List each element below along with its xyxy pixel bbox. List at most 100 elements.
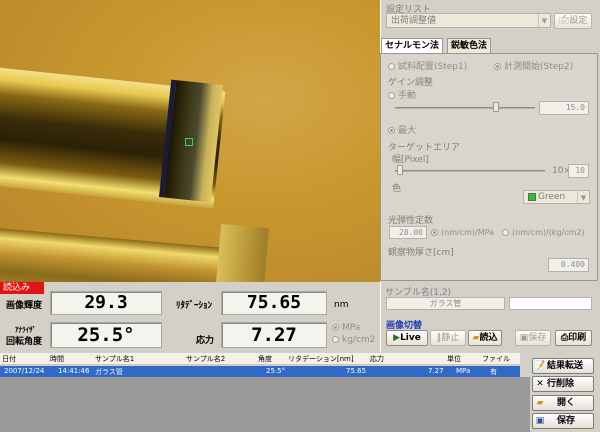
live-button-label: Live	[400, 333, 421, 343]
step1-label: 試料配置(Step1)	[398, 62, 468, 72]
color-value: Green	[538, 192, 566, 202]
max-radio[interactable]: 最大	[388, 123, 416, 136]
disk-icon: ▣	[519, 333, 529, 343]
transfer-results-label: 結果転送	[547, 361, 584, 371]
unit-mm-label: (nm/cm)/MPa	[441, 228, 494, 237]
tab-senarmont[interactable]: セナルモン法	[381, 38, 444, 53]
col-unit[interactable]: 単位	[447, 354, 461, 364]
gain-slider[interactable]	[395, 107, 535, 109]
chevron-down-icon: ▼	[538, 14, 550, 27]
gain-label: ゲイン調整	[388, 78, 433, 88]
cell-file: 有	[490, 368, 497, 376]
recording-status-badge: 読込み	[0, 282, 44, 294]
cell-unit: MPa	[456, 367, 471, 375]
live-button[interactable]: ▶Live	[386, 330, 428, 346]
open-label: 開く	[557, 398, 576, 408]
print-button-label: 印刷	[568, 333, 587, 343]
still-button[interactable]: ‖静止	[430, 330, 466, 346]
save-results-button[interactable]: ▣ 保存	[532, 413, 594, 429]
color-label: 色	[392, 184, 402, 194]
retardation-value: 75.65	[221, 291, 327, 315]
results-table-empty-area	[0, 377, 530, 432]
radio-icon	[388, 127, 395, 134]
sample-name1-input[interactable]: ガラス管	[386, 297, 505, 310]
stress-label: 応力	[196, 336, 215, 346]
thickness-value-field[interactable]: 0.400	[548, 258, 589, 272]
sample-name2-input[interactable]	[509, 297, 592, 310]
retardation-unit: nm	[334, 300, 349, 310]
cell-stress: 7.27	[428, 367, 444, 375]
cell-retardation: 75.65	[346, 367, 367, 375]
photoelastic-value-field[interactable]: 28.00	[389, 226, 427, 239]
cell-sample1: ガラス管	[95, 368, 123, 376]
disk-icon: ▣	[535, 416, 545, 426]
photoelastic-label: 光弾性定数	[388, 216, 434, 226]
color-swatch	[528, 192, 536, 201]
table-row[interactable]: 2007/12/24 14:41:46 ガラス管 25.5° 75.65 7.2…	[0, 366, 520, 377]
retardation-label: ﾘﾀﾃﾞｰｼｮﾝ	[176, 301, 213, 311]
step1-radio[interactable]: 試料配置(Step1)	[388, 59, 467, 72]
stress-unit-kg-radio[interactable]: kg/cm2	[332, 335, 375, 345]
analyzer-label-line2: 回転角度	[6, 337, 43, 347]
settings-icon: 🖆	[558, 16, 570, 26]
radio-icon	[388, 92, 395, 99]
target-area-marker[interactable]	[185, 138, 193, 146]
radio-icon	[502, 229, 509, 236]
tab-sensitive-color[interactable]: 鋭敏色法	[447, 38, 492, 53]
col-date[interactable]: 日付	[2, 354, 16, 364]
transfer-icon: 📝	[534, 361, 546, 371]
folder-icon: ▰	[536, 398, 544, 408]
results-table-header: 日付 時間 サンプル名1 サンプル名2 角度 リタデーション[nm] 応力 単位…	[0, 353, 520, 365]
width-slider[interactable]	[395, 170, 545, 172]
col-file[interactable]: ファイル	[482, 354, 510, 364]
stress-unit-kg-label: kg/cm2	[342, 335, 376, 345]
manual-radio[interactable]: 手動	[388, 88, 416, 101]
color-select[interactable]: Green ▼	[523, 190, 590, 204]
settings-list-selected: 出荷調整値	[391, 16, 437, 26]
col-time[interactable]: 時間	[50, 354, 64, 364]
settings-list-select[interactable]: 出荷調整値 ▼	[386, 13, 551, 28]
brightness-value: 29.3	[50, 291, 162, 315]
load-button[interactable]: ▰読込	[468, 330, 502, 346]
stress-value: 7.27	[221, 322, 327, 348]
save-results-label: 保存	[557, 416, 576, 426]
width-value-field[interactable]: 10	[568, 164, 589, 178]
settings-button[interactable]: 🖆設定	[554, 13, 592, 29]
col-sample1[interactable]: サンプル名1	[95, 354, 134, 364]
brightness-label: 画像輝度	[6, 301, 43, 311]
col-stress[interactable]: 応力	[370, 354, 384, 364]
delete-row-button[interactable]: ✕ 行削除	[532, 376, 594, 392]
print-button[interactable]: ⎙印刷	[555, 330, 592, 346]
camera-view[interactable]	[0, 0, 380, 282]
col-angle[interactable]: 角度	[258, 354, 272, 364]
delete-row-label: 行削除	[547, 379, 575, 389]
image-save-button-label: 保存	[528, 333, 547, 343]
stress-unit-mpa-radio[interactable]: MPa	[332, 323, 360, 333]
gain-slider-thumb[interactable]	[493, 102, 499, 112]
radio-icon	[494, 63, 501, 70]
glass-tube-lower-end	[215, 224, 269, 282]
load-button-label: 読込	[479, 333, 498, 343]
radio-icon	[332, 324, 339, 331]
printer-icon: ⎙	[560, 333, 569, 343]
step2-radio[interactable]: 計測開始(Step2)	[494, 59, 573, 72]
cell-date: 2007/12/24	[4, 367, 45, 375]
image-save-button[interactable]: ▣保存	[515, 330, 551, 346]
close-icon: ✕	[536, 379, 544, 389]
unit-kg-label: (nm/cm)/(kg/cm2)	[512, 228, 585, 237]
col-retardation[interactable]: リタデーション[nm]	[288, 354, 354, 364]
cell-angle: 25.5°	[266, 367, 286, 375]
transfer-results-button[interactable]: 📝結果転送	[532, 358, 594, 374]
manual-label: 手動	[398, 91, 417, 101]
settings-button-label: 設定	[569, 16, 588, 26]
open-button[interactable]: ▰ 開く	[532, 395, 594, 411]
step2-label: 計測開始(Step2)	[504, 62, 574, 72]
thickness-label: 観察物厚さ[cm]	[388, 248, 454, 258]
unit-kg-radio[interactable]: (nm/cm)/(kg/cm2)	[502, 228, 585, 237]
width-slider-thumb[interactable]	[397, 165, 403, 175]
max-label: 最大	[398, 126, 417, 136]
unit-mm-radio[interactable]: (nm/cm)/MPa	[431, 228, 494, 237]
gain-value-field[interactable]: 15.0	[539, 101, 589, 115]
chevron-down-icon: ▼	[577, 191, 589, 203]
col-sample2[interactable]: サンプル名2	[186, 354, 225, 364]
